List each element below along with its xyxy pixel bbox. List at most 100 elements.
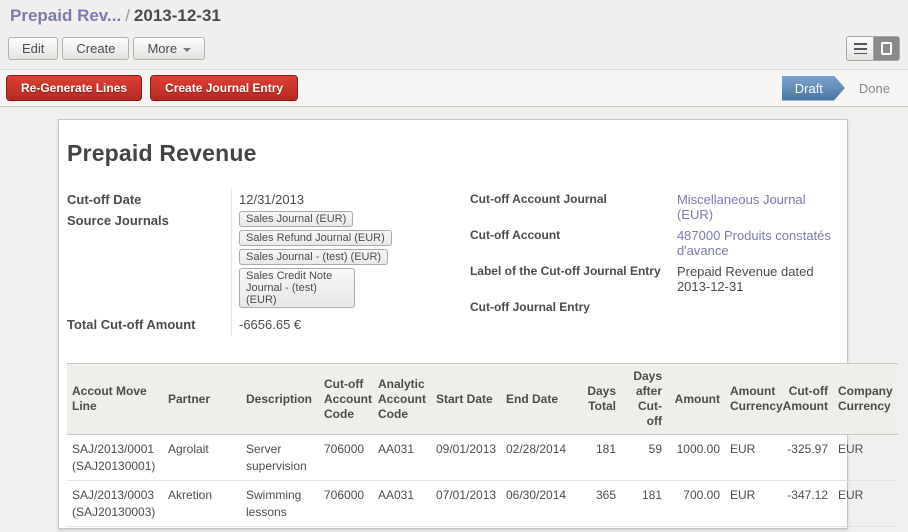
- table-cell: 273: [621, 526, 667, 532]
- table-cell: 02/28/2014: [501, 435, 581, 481]
- journal-tag[interactable]: Sales Refund Journal (EUR): [239, 230, 392, 246]
- cutoff-account-journal-link[interactable]: Miscellaneous Journal (EUR): [677, 192, 806, 222]
- field-cutoff-account: Cut-off Account 487000 Produits constaté…: [470, 225, 839, 261]
- table-row[interactable]: SAJ/2013/0002 (SAJ20130002)CamptocampMai…: [67, 526, 898, 532]
- cutoff-date-value: 12/31/2013: [231, 189, 470, 210]
- table-cell: SAJ/2013/0001 (SAJ20130001): [67, 435, 163, 481]
- list-icon: [854, 43, 867, 54]
- table-cell: 700.00: [667, 480, 725, 526]
- table-cell: 365: [581, 526, 621, 532]
- view-switcher: [846, 36, 900, 61]
- regenerate-lines-button[interactable]: Re-Generate Lines: [6, 75, 142, 101]
- main-content: Prepaid Revenue Cut-off Date 12/31/2013 …: [0, 107, 908, 529]
- chevron-down-icon: [183, 48, 191, 52]
- more-button[interactable]: More: [133, 37, 205, 60]
- create-journal-entry-button[interactable]: Create Journal Entry: [150, 75, 298, 101]
- status-states: DraftDone: [782, 76, 902, 101]
- table-cell: EUR: [833, 480, 898, 526]
- cutoff-account-label: Cut-off Account: [470, 225, 670, 261]
- column-header[interactable]: Amount: [667, 364, 725, 435]
- table-cell: SAJ/2013/0003 (SAJ20130003): [67, 480, 163, 526]
- create-button[interactable]: Create: [62, 37, 129, 60]
- table-cell: 706000: [319, 435, 373, 481]
- column-header[interactable]: Cut-off Amount: [777, 364, 833, 435]
- table-cell: 1000.00: [667, 435, 725, 481]
- breadcrumb-parent-link[interactable]: Prepaid Rev...: [10, 6, 121, 25]
- form-sheet: Prepaid Revenue Cut-off Date 12/31/2013 …: [58, 119, 848, 529]
- column-header[interactable]: Days after Cut-off: [621, 364, 667, 435]
- table-cell: AA031: [373, 480, 431, 526]
- cutoff-account-journal-label: Cut-off Account Journal: [470, 189, 670, 225]
- cutoff-lines-table: Accout Move LinePartnerDescriptionCut-of…: [67, 363, 898, 532]
- field-total-cutoff-amount: Total Cut-off Amount -6656.65 €: [67, 314, 470, 335]
- column-header[interactable]: Amount Currency: [725, 364, 777, 435]
- field-source-journals: Source Journals Sales Journal (EUR)Sales…: [67, 210, 470, 314]
- table-cell: 07/01/2013: [431, 480, 501, 526]
- more-button-label: More: [147, 41, 177, 56]
- column-header[interactable]: End Date: [501, 364, 581, 435]
- cutoff-date-label: Cut-off Date: [67, 189, 231, 210]
- journal-entry-label-value: Prepaid Revenue dated 2013-12-31: [670, 261, 839, 297]
- total-cutoff-amount-value: -6656.65 €: [231, 314, 470, 335]
- form-fields: Cut-off Date 12/31/2013 Source Journals …: [67, 189, 839, 335]
- table-cell: 706000: [319, 480, 373, 526]
- table-cell: Akretion: [163, 480, 241, 526]
- form-view-button[interactable]: [873, 36, 900, 61]
- journal-entry-label-label: Label of the Cut-off Journal Entry: [470, 261, 670, 297]
- cutoff-account-link[interactable]: 487000 Produits constatés d'avance: [677, 228, 831, 258]
- table-cell: 181: [581, 435, 621, 481]
- breadcrumb: Prepaid Rev.../2013-12-31: [8, 4, 900, 30]
- table-row[interactable]: SAJ/2013/0001 (SAJ20130001)AgrolaitServe…: [67, 435, 898, 481]
- field-cutoff-date: Cut-off Date 12/31/2013: [67, 189, 470, 210]
- journal-tag[interactable]: Sales Journal - (test) (EUR): [239, 249, 388, 265]
- table-row[interactable]: SAJ/2013/0003 (SAJ20130003)AkretionSwimm…: [67, 480, 898, 526]
- column-header[interactable]: Description: [241, 364, 319, 435]
- table-body: SAJ/2013/0001 (SAJ20130001)AgrolaitServe…: [67, 435, 898, 532]
- field-cutoff-journal-entry: Cut-off Journal Entry: [470, 297, 839, 317]
- list-view-button[interactable]: [846, 36, 873, 61]
- column-header[interactable]: Accout Move Line: [67, 364, 163, 435]
- table-cell: 8000.00: [667, 526, 725, 532]
- table-cell: EUR: [833, 435, 898, 481]
- table-cell: -325.97: [777, 435, 833, 481]
- table-cell: Server supervision: [241, 435, 319, 481]
- table-cell: 365: [581, 480, 621, 526]
- table-cell: SAJ/2013/0002 (SAJ20130002): [67, 526, 163, 532]
- table-cell: 706000: [319, 526, 373, 532]
- cutoff-journal-entry-label: Cut-off Journal Entry: [470, 297, 670, 317]
- table-cell: EUR: [725, 526, 777, 532]
- source-journals-label: Source Journals: [67, 210, 231, 314]
- top-bar: Prepaid Rev.../2013-12-31 Edit Create Mo…: [0, 0, 908, 69]
- form-icon: [881, 42, 892, 55]
- table-cell: -5983.56: [777, 526, 833, 532]
- edit-button[interactable]: Edit: [8, 37, 58, 60]
- table-cell: AA034: [373, 526, 431, 532]
- breadcrumb-current: 2013-12-31: [134, 6, 221, 25]
- column-header[interactable]: Days Total: [581, 364, 621, 435]
- column-header[interactable]: Company Currency: [833, 364, 898, 435]
- column-header[interactable]: Partner: [163, 364, 241, 435]
- journal-tag[interactable]: Sales Journal (EUR): [239, 211, 353, 227]
- column-header[interactable]: Start Date: [431, 364, 501, 435]
- table-cell: 59: [621, 435, 667, 481]
- breadcrumb-separator: /: [121, 6, 134, 25]
- page-title: Prepaid Revenue: [67, 140, 839, 167]
- cutoff-journal-entry-value: [670, 297, 839, 317]
- total-cutoff-amount-label: Total Cut-off Amount: [67, 314, 231, 335]
- table-cell: Maintenance contract: [241, 526, 319, 532]
- table-cell: EUR: [725, 480, 777, 526]
- status-bar: Re-Generate Lines Create Journal Entry D…: [0, 69, 908, 107]
- column-header[interactable]: Cut-off Account Code: [319, 364, 373, 435]
- field-cutoff-account-journal: Cut-off Account Journal Miscellaneous Jo…: [470, 189, 839, 225]
- status-state-done: Done: [847, 76, 902, 101]
- table-cell: EUR: [833, 526, 898, 532]
- column-header[interactable]: Analytic Account Code: [373, 364, 431, 435]
- journal-tag[interactable]: Sales Credit Note Journal - (test) (EUR): [239, 268, 355, 308]
- toolbar: Edit Create More: [8, 30, 900, 69]
- source-journals-tags: Sales Journal (EUR) Sales Refund Journal …: [231, 210, 470, 314]
- table-cell: Agrolait: [163, 435, 241, 481]
- table-cell: EUR: [725, 435, 777, 481]
- table-cell: 06/30/2014: [501, 480, 581, 526]
- field-journal-entry-label: Label of the Cut-off Journal Entry Prepa…: [470, 261, 839, 297]
- status-state-draft: Draft: [782, 76, 845, 101]
